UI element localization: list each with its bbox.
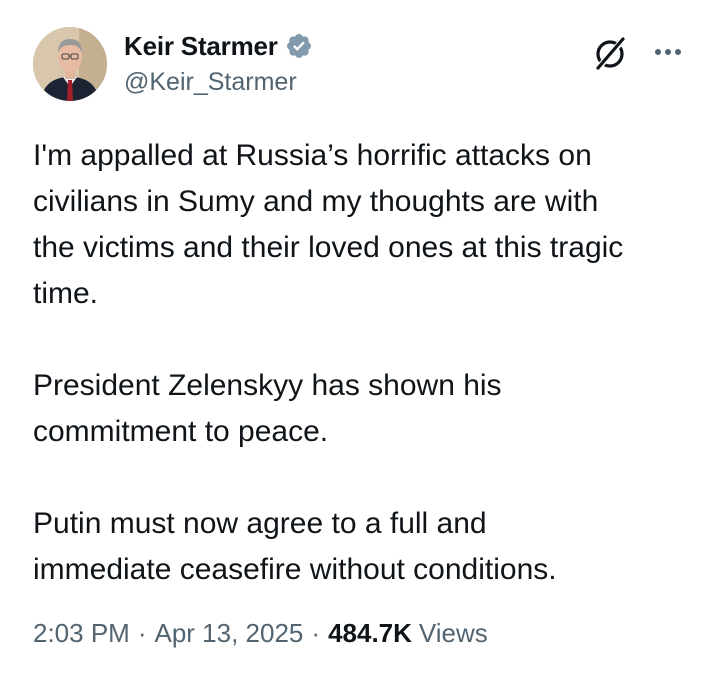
tweet-text: I'm appalled at Russia’s horrific attack… [33, 133, 703, 593]
meta-separator: · [137, 618, 147, 648]
tweet-paragraph: I'm appalled at Russia’s horrific attack… [33, 139, 624, 310]
profile-photo-icon [33, 27, 107, 101]
tweet-metadata: 2:03 PM · Apr 13, 2025 · 484.7K Views [33, 618, 488, 649]
author-display-name[interactable]: Keir Starmer [124, 31, 278, 62]
verified-badge-icon[interactable] [285, 32, 313, 60]
more-options-icon[interactable] [648, 34, 688, 70]
tweet-paragraph: Putin must now agree to a full and immed… [33, 507, 557, 586]
tweet-date[interactable]: Apr 13, 2025 [155, 618, 304, 649]
grok-icon[interactable] [590, 33, 630, 73]
avatar[interactable] [33, 27, 107, 101]
tweet: Keir Starmer @Keir_Starmer I'm appalled … [0, 0, 720, 678]
views-label[interactable]: Views [419, 618, 488, 649]
author-name-row: Keir Starmer [124, 30, 313, 62]
tweet-paragraph: President Zelenskyy has shown his commit… [33, 369, 502, 448]
meta-separator: · [311, 618, 321, 648]
views-count[interactable]: 484.7K [328, 618, 412, 649]
author-handle[interactable]: @Keir_Starmer [124, 68, 297, 97]
tweet-time[interactable]: 2:03 PM [33, 618, 130, 649]
